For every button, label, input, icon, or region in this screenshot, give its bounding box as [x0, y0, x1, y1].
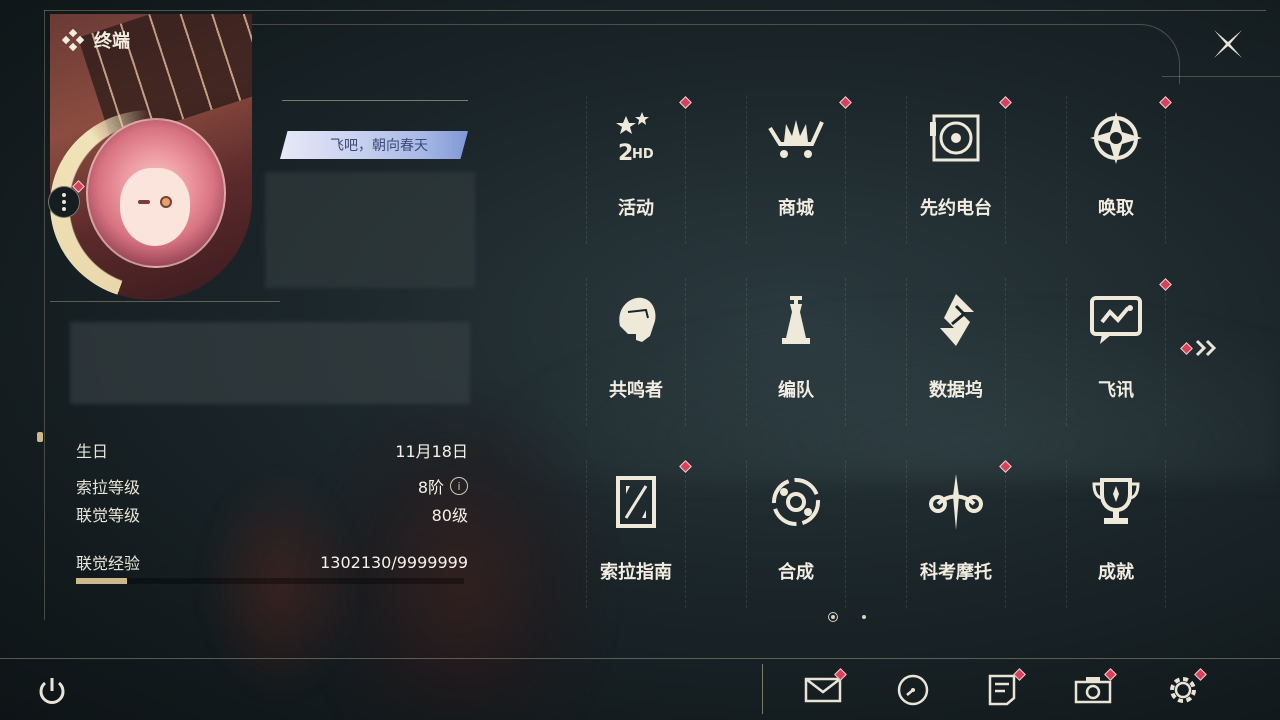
frame-arc [250, 24, 1180, 84]
next-page-button[interactable] [1180, 338, 1219, 358]
menu-tile-frame [906, 460, 1006, 608]
signature-text: 飞吧，朝向春天 [330, 138, 428, 154]
menu-tile-frame [746, 278, 846, 426]
stat-label: 联觉等级 [76, 506, 141, 525]
notice-icon [988, 674, 1016, 706]
close-icon [1214, 30, 1242, 58]
menu-tile[interactable]: 合成 [746, 460, 846, 608]
menu-tile[interactable]: 科考摩托 [906, 460, 1012, 608]
more-options-button[interactable] [48, 186, 80, 218]
menu-tile[interactable]: 商城 [746, 96, 852, 244]
more-dot [62, 207, 66, 211]
menu-tile[interactable]: 编队 [746, 278, 846, 426]
avatar-eye-open [160, 196, 172, 208]
blurred-player-info [265, 172, 475, 288]
settings-icon [1170, 677, 1196, 703]
exp-progress-bar [76, 578, 464, 584]
menu-tile[interactable]: 共鸣者 [586, 278, 686, 426]
power-icon [39, 678, 65, 704]
window-title: 终端 [62, 27, 130, 53]
menu-tile[interactable]: 2 HD 活动 [586, 96, 692, 244]
double-chevron-right-icon [1195, 339, 1217, 357]
menu-tile-frame [586, 278, 686, 426]
bottom-separator [762, 664, 763, 714]
exp-progress-fill [76, 578, 127, 584]
stat-value-group: 8阶 i [418, 474, 468, 498]
next-page-badge [1180, 341, 1193, 355]
menu-tile[interactable]: 先约电台 [906, 96, 1012, 244]
stat-value: 8阶 [417, 478, 444, 497]
diamond-cluster-icon [62, 29, 84, 51]
mail-button[interactable] [803, 668, 847, 710]
menu-tile-frame [906, 278, 1006, 426]
menu-tile-frame [586, 460, 686, 608]
menu-tile-frame [906, 96, 1006, 244]
exp-label: 联觉经验 [76, 554, 141, 573]
menu-tile-frame [1066, 96, 1166, 244]
menu-tile[interactable]: 飞讯 [1066, 278, 1172, 426]
camera-icon [1074, 677, 1112, 704]
camera-button[interactable] [1073, 668, 1117, 710]
clock-icon [897, 674, 929, 706]
card-divider [50, 301, 280, 302]
frame-left-line [44, 10, 45, 620]
profile-stats: 生日 11月18日 索拉等级 8阶 i 联觉等级 80级 联觉经验 130213… [76, 436, 468, 584]
menu-tile-frame [1066, 278, 1166, 426]
settings-button[interactable] [1163, 668, 1207, 710]
clock-button[interactable] [893, 670, 933, 710]
more-dot [62, 200, 66, 204]
menu-tile[interactable]: 索拉指南 [586, 460, 692, 608]
more-dot [62, 193, 66, 197]
page-dot[interactable] [862, 615, 866, 619]
rail-marker [37, 432, 43, 442]
info-icon[interactable]: i [450, 477, 468, 495]
page-dot-active[interactable] [828, 612, 838, 622]
menu-tile-frame [746, 96, 846, 244]
bottom-divider [0, 658, 1280, 659]
pagination [828, 612, 866, 622]
menu-tile-frame [746, 460, 846, 608]
exp-value: 1302130/9999999 [320, 552, 468, 572]
stat-label: 索拉等级 [76, 478, 141, 497]
menu-tile[interactable]: 唤取 [1066, 96, 1172, 244]
signature-badge[interactable]: 飞吧，朝向春天 [280, 131, 468, 159]
stat-union-exp: 联觉经验 1302130/9999999 [76, 548, 468, 576]
stat-union-level: 联觉等级 80级 [76, 500, 468, 528]
blurred-player-bio [70, 322, 470, 404]
menu-tile[interactable]: 成就 [1066, 460, 1166, 608]
close-button[interactable] [1206, 22, 1250, 66]
frame-top-line [44, 10, 1266, 11]
stat-label: 生日 [76, 442, 109, 461]
stat-value: 80级 [431, 506, 468, 525]
menu-tile-frame [586, 96, 686, 244]
menu-tile[interactable]: 数据坞 [906, 278, 1006, 426]
stat-sola-level: 索拉等级 8阶 i [76, 472, 468, 500]
mail-icon [804, 677, 842, 703]
menu-tile-frame [1066, 460, 1166, 608]
frame-corner-line [1162, 76, 1280, 77]
notice-button[interactable] [982, 668, 1026, 710]
name-divider [282, 100, 468, 101]
power-button[interactable] [32, 672, 72, 712]
stat-value: 11月18日 [395, 442, 468, 461]
stat-birthday: 生日 11月18日 [76, 436, 468, 464]
window-title-text: 终端 [94, 31, 130, 52]
avatar-face [120, 168, 190, 246]
avatar-eye-closed [138, 200, 150, 204]
